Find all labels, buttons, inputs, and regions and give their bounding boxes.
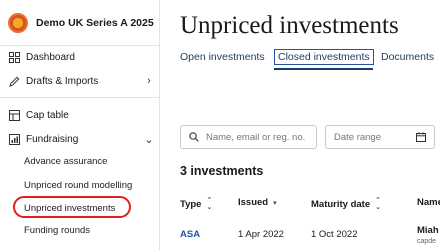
sidebar-item-drafts-imports[interactable]: Drafts & Imports › — [8, 71, 154, 91]
column-header-label: Type — [180, 198, 202, 210]
sort-icon: ⌃ ⌄ — [375, 197, 381, 211]
sidebar-subitem-unpriced-round-modelling-visible[interactable]: Unpriced round modelling — [24, 176, 132, 194]
sidebar-item-dashboard[interactable]: Dashboard — [8, 47, 154, 67]
tab-documents[interactable]: Documents — [381, 51, 434, 63]
row-maturity: 1 Oct 2022 — [311, 229, 358, 240]
chevron-down-icon[interactable]: ⌄ — [144, 133, 154, 146]
column-header-label: Issued — [238, 197, 269, 208]
sidebar-divider — [0, 97, 160, 98]
dashboard-icon — [8, 51, 20, 63]
date-range-placeholder: Date range — [334, 131, 382, 143]
row-investor-name: Miah — [417, 225, 439, 236]
sort-icon: ⌃ ⌄ — [206, 197, 213, 211]
sidebar-subitem-advance-assurance-visible[interactable]: Advance assurance — [24, 152, 107, 170]
tab-open-investments[interactable]: Open investments — [180, 51, 265, 63]
column-header-label: Name — [417, 197, 440, 208]
investment-count: 3 investments — [180, 164, 264, 178]
sidebar-item-label: Dashboard — [26, 51, 75, 63]
sort-desc-icon: ▾ — [273, 199, 277, 207]
sidebar-item-label: Cap table — [26, 109, 69, 121]
column-header-type[interactable]: Type ⌃ ⌄ — [180, 197, 212, 211]
sidebar-item-cap-table[interactable]: Cap table — [8, 105, 154, 125]
page-title: Unpriced investments — [180, 12, 399, 39]
row-type-link[interactable]: ASA — [180, 229, 200, 240]
sidebar-item-fundraising[interactable]: Fundraising ⌄ — [8, 129, 154, 149]
column-header-label: Maturity date — [311, 198, 371, 210]
chart-icon — [8, 133, 20, 145]
search-icon — [189, 132, 199, 142]
sidebar-item-label: Drafts & Imports — [26, 75, 99, 87]
company-name: Demo UK Series A 2025 — [36, 17, 154, 29]
sidebar-divider — [0, 45, 160, 46]
main-content: Unpriced investments Open investments Cl… — [161, 0, 440, 250]
sidebar-subitem-unpriced-investments-visible[interactable]: Unpriced investments — [24, 199, 115, 217]
table-icon — [8, 109, 20, 121]
chevron-right-icon[interactable]: › — [144, 75, 154, 87]
tab-closed-investments[interactable]: Closed investments — [274, 49, 374, 65]
date-range-input[interactable]: Date range — [325, 125, 435, 149]
sidebar-subitem-funding-rounds[interactable]: Funding rounds — [24, 221, 90, 239]
active-tab-underline — [274, 68, 373, 70]
row-issued: 1 Apr 2022 — [238, 229, 284, 240]
search-input[interactable]: Name, email or reg. no. — [180, 125, 317, 149]
column-header-maturity-date[interactable]: Maturity date ⌃ ⌄ — [311, 197, 381, 211]
row-investor-subtext: capde — [417, 238, 437, 245]
column-header-issued[interactable]: Issued ▾ — [238, 197, 277, 208]
company-switcher[interactable]: Demo UK Series A 2025 — [8, 12, 154, 34]
column-header-name[interactable]: Name — [417, 197, 440, 208]
sidebar-item-label: Fundraising — [26, 133, 79, 145]
search-placeholder: Name, email or reg. no. — [206, 131, 306, 143]
company-logo — [8, 13, 28, 33]
pencil-icon — [8, 75, 20, 87]
calendar-icon[interactable] — [416, 132, 426, 145]
